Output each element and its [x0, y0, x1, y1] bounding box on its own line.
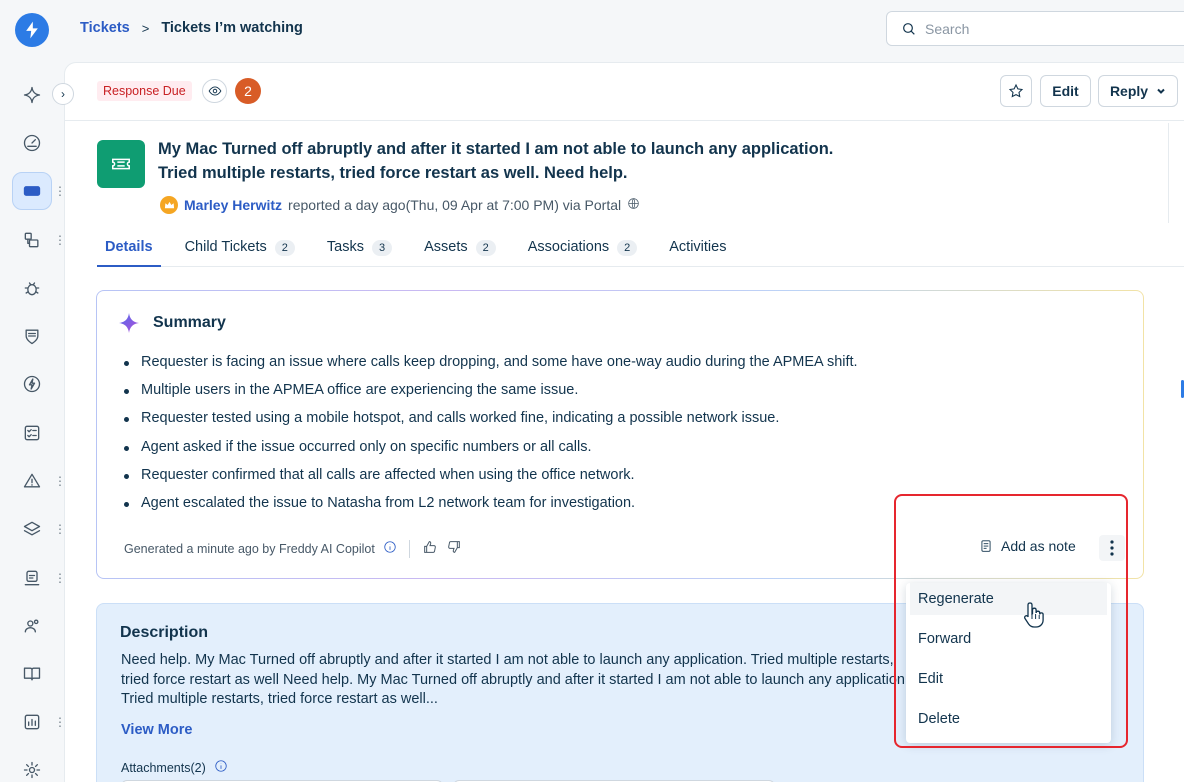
summary-item: Agent escalated the issue to Natasha fro… — [124, 495, 858, 523]
tab-label: Activities — [669, 239, 727, 255]
layers-icon[interactable] — [20, 517, 44, 541]
dashboard-gauge-icon[interactable] — [20, 131, 44, 155]
copilot-sparkle-icon[interactable] — [20, 83, 44, 107]
expand-rail-button[interactable]: › — [52, 83, 74, 105]
summary-list: Requester is facing an issue where calls… — [124, 354, 858, 523]
menu-item-forward[interactable]: Forward — [910, 623, 1107, 655]
tab-child-tickets[interactable]: Child Tickets 2 — [177, 229, 303, 267]
breadcrumb-current: Tickets I’m watching — [161, 20, 303, 36]
tab-count: 2 — [274, 240, 295, 256]
note-icon — [981, 540, 991, 552]
problems-icon[interactable] — [20, 228, 44, 252]
shield-icon[interactable] — [20, 324, 44, 348]
alert-icon[interactable] — [20, 469, 44, 493]
tab-assets[interactable]: Assets 2 — [416, 229, 504, 267]
divider — [408, 539, 410, 558]
breadcrumb: Tickets > Tickets I’m watching — [80, 20, 303, 36]
users-icon[interactable] — [20, 614, 44, 638]
summary-item: Requester is facing an issue where calls… — [124, 354, 858, 382]
reported-meta: reported a day ago(Thu, 09 Apr at 7:00 P… — [288, 197, 622, 213]
summary-options-menu: Regenerate Forward Edit Delete — [906, 583, 1111, 743]
eye-icon — [208, 86, 221, 96]
summary-footer: Generated a minute ago by Freddy AI Copi… — [124, 539, 462, 558]
info-icon[interactable] — [214, 759, 228, 776]
lightning-icon[interactable] — [20, 372, 44, 396]
chevron-right-icon: > — [141, 20, 150, 36]
tab-label: Details — [105, 239, 153, 255]
tab-count: 2 — [475, 240, 496, 256]
tab-label: Tasks — [326, 239, 364, 255]
ticket-tabs: Details Child Tickets 2 Tasks 3 Assets 2 As… — [97, 229, 1184, 267]
summary-item: Requester confirmed that all calls are a… — [124, 467, 858, 495]
summary-item: Multiple users in the APMEA office are e… — [124, 382, 858, 410]
reporter-name-link[interactable]: Marley Herwitz — [184, 197, 282, 213]
tab-count: 3 — [371, 240, 393, 256]
reply-button[interactable]: Reply — [1098, 75, 1178, 107]
globe-icon — [627, 197, 640, 213]
thumbs-up-icon[interactable] — [422, 539, 438, 558]
freshservice-bolt-icon[interactable] — [15, 13, 49, 47]
checklist-icon[interactable] — [20, 421, 44, 445]
reply-label: Reply — [1109, 83, 1149, 99]
favorite-star-button[interactable] — [1000, 75, 1032, 107]
tab-count: 2 — [617, 240, 638, 256]
ticket-header-row: Response Due 2 Edit Reply — [65, 63, 1184, 121]
tickets-icon[interactable] — [20, 179, 44, 203]
ticket-type-icon — [97, 140, 145, 188]
status-badge: Response Due — [97, 81, 192, 101]
add-as-note-label: Add as note — [1001, 538, 1076, 554]
tab-label: Associations — [527, 239, 610, 255]
reports-icon[interactable] — [20, 710, 44, 734]
description-body: Need help. My Mac Turned off abruptly an… — [121, 652, 909, 707]
watchers-count-badge[interactable]: 2 — [235, 78, 261, 104]
search-box[interactable] — [886, 11, 1184, 46]
summary-item: Agent asked if the issue occurred only o… — [124, 439, 858, 467]
chevron-down-icon — [1157, 88, 1165, 94]
ticket-title: My Mac Turned off abruptly and after it … — [158, 140, 834, 182]
generated-by-text: Generated a minute ago by Freddy AI Copi… — [124, 541, 375, 556]
book-icon[interactable] — [20, 662, 44, 686]
edit-button[interactable]: Edit — [1040, 75, 1091, 107]
tab-activities[interactable]: Activities — [661, 229, 734, 267]
search-input[interactable] — [925, 20, 1125, 37]
assets-icon[interactable] — [20, 566, 44, 590]
info-icon[interactable] — [383, 540, 397, 557]
ai-sparkle-icon — [119, 313, 139, 333]
left-rail: ⋮ ⋮ ⋮ ⋮ ⋮ ⋮ — [0, 0, 66, 782]
more-options-kebab-icon[interactable] — [1099, 535, 1125, 561]
view-more-link[interactable]: View More — [121, 722, 192, 738]
description-title: Description — [120, 624, 209, 641]
star-icon — [1008, 83, 1024, 98]
attachments-label: Attachments(2) — [121, 760, 206, 775]
tab-label: Assets — [424, 239, 468, 255]
top-bar: Tickets > Tickets I’m watching — [64, 0, 1184, 58]
bug-icon[interactable] — [20, 276, 44, 300]
crown-avatar-icon — [160, 196, 178, 214]
menu-item-edit[interactable]: Edit — [910, 663, 1107, 695]
settings-icon[interactable] — [20, 758, 44, 782]
search-icon — [903, 22, 915, 35]
breadcrumb-tickets-link[interactable]: Tickets — [80, 20, 130, 36]
hand-pointer-cursor-icon — [1024, 602, 1044, 628]
tab-associations[interactable]: Associations 2 — [520, 229, 646, 267]
scrollbar[interactable] — [1168, 123, 1169, 223]
thumbs-down-icon[interactable] — [446, 539, 462, 558]
attachments-header: Attachments(2) — [121, 759, 228, 776]
reporter-line: Marley Herwitz reported a day ago(Thu, 0… — [160, 196, 640, 214]
menu-item-delete[interactable]: Delete — [910, 703, 1107, 735]
ai-summary-card: Summary Requester is facing an issue whe… — [96, 290, 1144, 579]
tab-details[interactable]: Details — [97, 229, 161, 267]
summary-item: Requester tested using a mobile hotspot,… — [124, 410, 858, 438]
summary-title: Summary — [153, 314, 226, 331]
menu-item-regenerate[interactable]: Regenerate — [910, 583, 1107, 615]
add-as-note-button[interactable]: Add as note — [979, 538, 1076, 554]
watch-eye-button[interactable] — [202, 79, 227, 103]
tab-label: Child Tickets — [184, 239, 267, 255]
tab-tasks[interactable]: Tasks 3 — [319, 229, 400, 267]
